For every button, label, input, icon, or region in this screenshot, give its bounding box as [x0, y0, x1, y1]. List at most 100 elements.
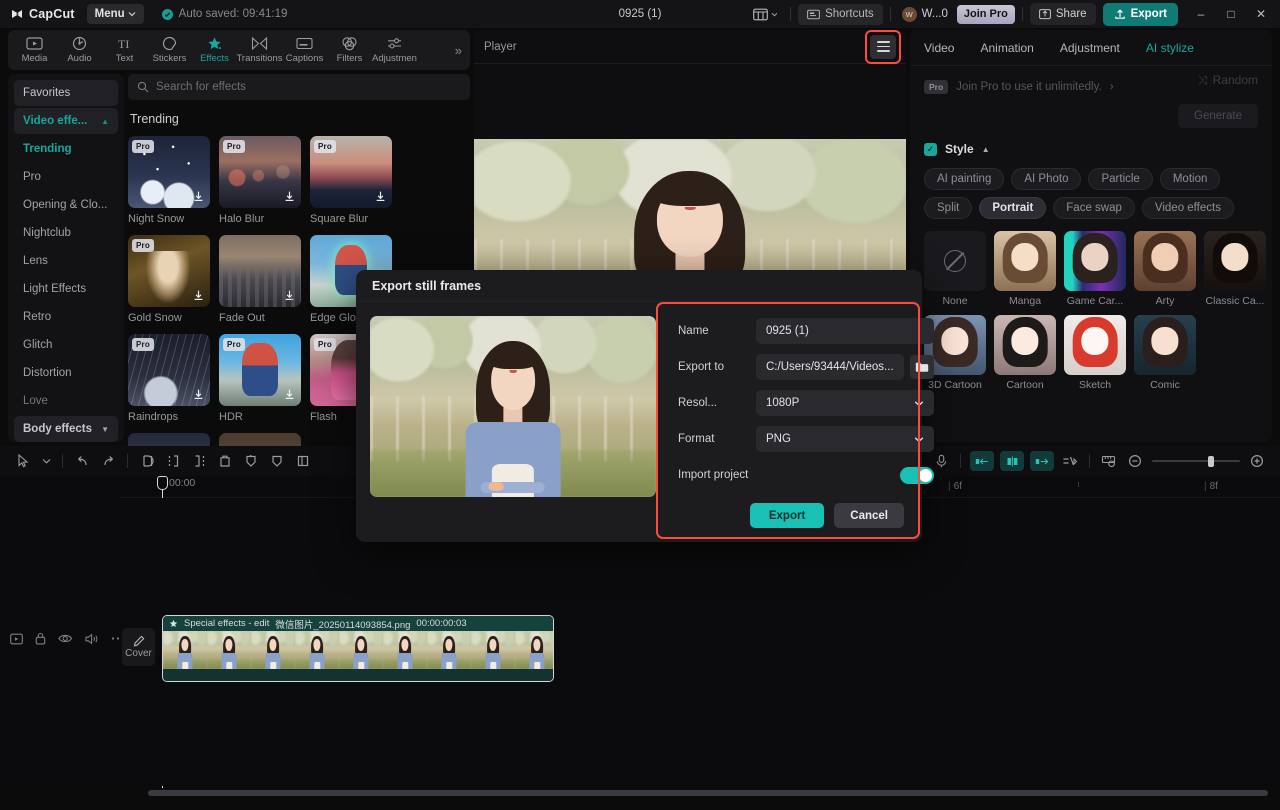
tab-ai-stylize[interactable]: AI stylize: [1146, 41, 1194, 55]
tab-text[interactable]: TI Text: [102, 36, 147, 64]
name-input[interactable]: 0925 (1): [756, 318, 934, 344]
hamburger-icon[interactable]: [870, 35, 896, 59]
layout-switch-button[interactable]: [748, 5, 783, 24]
tab-audio[interactable]: Audio: [57, 36, 102, 64]
style-manga[interactable]: Manga: [994, 231, 1056, 307]
user-account-button[interactable]: W W...0: [898, 7, 952, 22]
chip-ai-painting[interactable]: AI painting: [924, 168, 1004, 190]
timeline-horizontal-scrollbar[interactable]: [148, 790, 1268, 796]
maximize-button[interactable]: □: [1216, 0, 1246, 28]
split-icon[interactable]: [134, 450, 160, 472]
chip-motion[interactable]: Motion: [1160, 168, 1221, 190]
tab-adjustment[interactable]: Adjustment: [1060, 41, 1120, 55]
category-favorites[interactable]: Favorites: [14, 80, 118, 106]
category-distortion[interactable]: Distortion: [14, 360, 118, 386]
style-section-header[interactable]: ✓ Style ▲: [910, 128, 1272, 156]
effect-card-hdr[interactable]: Pro HDR: [219, 334, 301, 423]
category-group-body-effects[interactable]: Body effects ▼: [14, 416, 118, 442]
effect-card-night-snow[interactable]: Pro Night Snow: [128, 136, 210, 225]
dialog-export-button[interactable]: Export: [750, 503, 824, 528]
volume-icon[interactable]: [85, 633, 99, 645]
toolbar-more-button[interactable]: »: [455, 43, 466, 58]
random-button[interactable]: ⤨ Random: [1098, 70, 1258, 90]
snap-right-icon[interactable]: [1030, 451, 1054, 471]
effect-card-fade-out[interactable]: Fade Out: [219, 235, 301, 324]
export-path-input[interactable]: C:/Users/93444/Videos...: [756, 354, 904, 380]
effect-card-square-blur[interactable]: Pro Square Blur: [310, 136, 392, 225]
category-group-video-effects[interactable]: Video effe... ▲: [14, 108, 118, 134]
import-project-toggle[interactable]: [900, 467, 934, 484]
minimize-button[interactable]: –: [1186, 0, 1216, 28]
tab-animation[interactable]: Animation: [980, 41, 1033, 55]
zoom-out-icon[interactable]: [1122, 450, 1148, 472]
dialog-cancel-button[interactable]: Cancel: [834, 503, 904, 528]
freeze-icon[interactable]: [238, 450, 264, 472]
download-icon[interactable]: [374, 190, 387, 203]
format-select[interactable]: PNG: [756, 426, 934, 452]
crop-icon[interactable]: [290, 450, 316, 472]
style-cartoon[interactable]: Cartoon: [994, 315, 1056, 391]
trim-left-icon[interactable]: [160, 450, 186, 472]
style-checkbox[interactable]: ✓: [924, 143, 937, 156]
mirror-icon[interactable]: [264, 450, 290, 472]
share-button[interactable]: Share: [1030, 3, 1096, 25]
chip-face-swap[interactable]: Face swap: [1053, 197, 1135, 219]
snap-left-icon[interactable]: [970, 451, 994, 471]
search-input[interactable]: [156, 81, 461, 93]
effect-card-halo-blur[interactable]: Pro Halo Blur: [219, 136, 301, 225]
style-sketch[interactable]: Sketch: [1064, 315, 1126, 391]
download-icon[interactable]: [283, 190, 296, 203]
tab-stickers[interactable]: Stickers: [147, 36, 192, 64]
chevron-down-icon[interactable]: [36, 450, 56, 472]
select-arrow-icon[interactable]: [10, 450, 36, 472]
cover-button[interactable]: Cover: [122, 628, 155, 666]
eye-icon[interactable]: [58, 633, 73, 644]
download-icon[interactable]: [192, 388, 205, 401]
effect-card-gold-snow[interactable]: Pro Gold Snow: [128, 235, 210, 324]
generate-button[interactable]: Generate: [1178, 104, 1258, 128]
ruler-icon[interactable]: [1096, 450, 1122, 472]
close-button[interactable]: ✕: [1246, 0, 1276, 28]
category-pro[interactable]: Pro: [14, 164, 118, 190]
undo-icon[interactable]: [69, 450, 95, 472]
tab-video[interactable]: Video: [924, 41, 954, 55]
category-light-effects[interactable]: Light Effects: [14, 276, 118, 302]
playhead-handle[interactable]: [157, 476, 168, 490]
category-love[interactable]: Love: [14, 388, 118, 414]
download-icon[interactable]: [192, 190, 205, 203]
download-icon[interactable]: [283, 289, 296, 302]
download-icon[interactable]: [192, 289, 205, 302]
lock-icon[interactable]: [35, 632, 46, 645]
category-glitch[interactable]: Glitch: [14, 332, 118, 358]
frame-icon[interactable]: [10, 633, 23, 645]
style-comic[interactable]: Comic: [1134, 315, 1196, 391]
category-nightclub[interactable]: Nightclub: [14, 220, 118, 246]
chip-portrait[interactable]: Portrait: [979, 197, 1046, 219]
redo-icon[interactable]: [95, 450, 121, 472]
chip-ai-photo[interactable]: AI Photo: [1011, 168, 1081, 190]
download-icon[interactable]: [283, 388, 296, 401]
tab-captions[interactable]: Captions: [282, 36, 327, 64]
resolution-select[interactable]: 1080P: [756, 390, 934, 416]
tab-effects[interactable]: Effects: [192, 36, 237, 64]
zoom-in-icon[interactable]: [1244, 450, 1270, 472]
style-classic-cartoon[interactable]: Classic Ca...: [1204, 231, 1266, 307]
zoom-slider-knob[interactable]: [1208, 456, 1214, 467]
category-trending[interactable]: Trending: [14, 136, 118, 162]
category-lens[interactable]: Lens: [14, 248, 118, 274]
folder-icon[interactable]: [910, 355, 934, 379]
chip-particle[interactable]: Particle: [1088, 168, 1152, 190]
style-none[interactable]: None: [924, 231, 986, 307]
join-pro-button[interactable]: Join Pro: [957, 5, 1015, 24]
style-arty[interactable]: Arty: [1134, 231, 1196, 307]
style-game-cartoon[interactable]: Game Car...: [1064, 231, 1126, 307]
timeline-clip[interactable]: Special effects - edit 微信图片_202501140938…: [162, 615, 554, 682]
category-opening-closing[interactable]: Opening & Clo...: [14, 192, 118, 218]
tab-transitions[interactable]: Transitions: [237, 36, 282, 64]
tab-filters[interactable]: Filters: [327, 36, 372, 64]
zoom-slider-track[interactable]: [1152, 460, 1240, 462]
zoom-slider[interactable]: [1152, 460, 1240, 462]
shortcuts-button[interactable]: Shortcuts: [798, 4, 883, 25]
tab-adjustment[interactable]: Adjustmen: [372, 36, 417, 64]
trim-right-icon[interactable]: [186, 450, 212, 472]
